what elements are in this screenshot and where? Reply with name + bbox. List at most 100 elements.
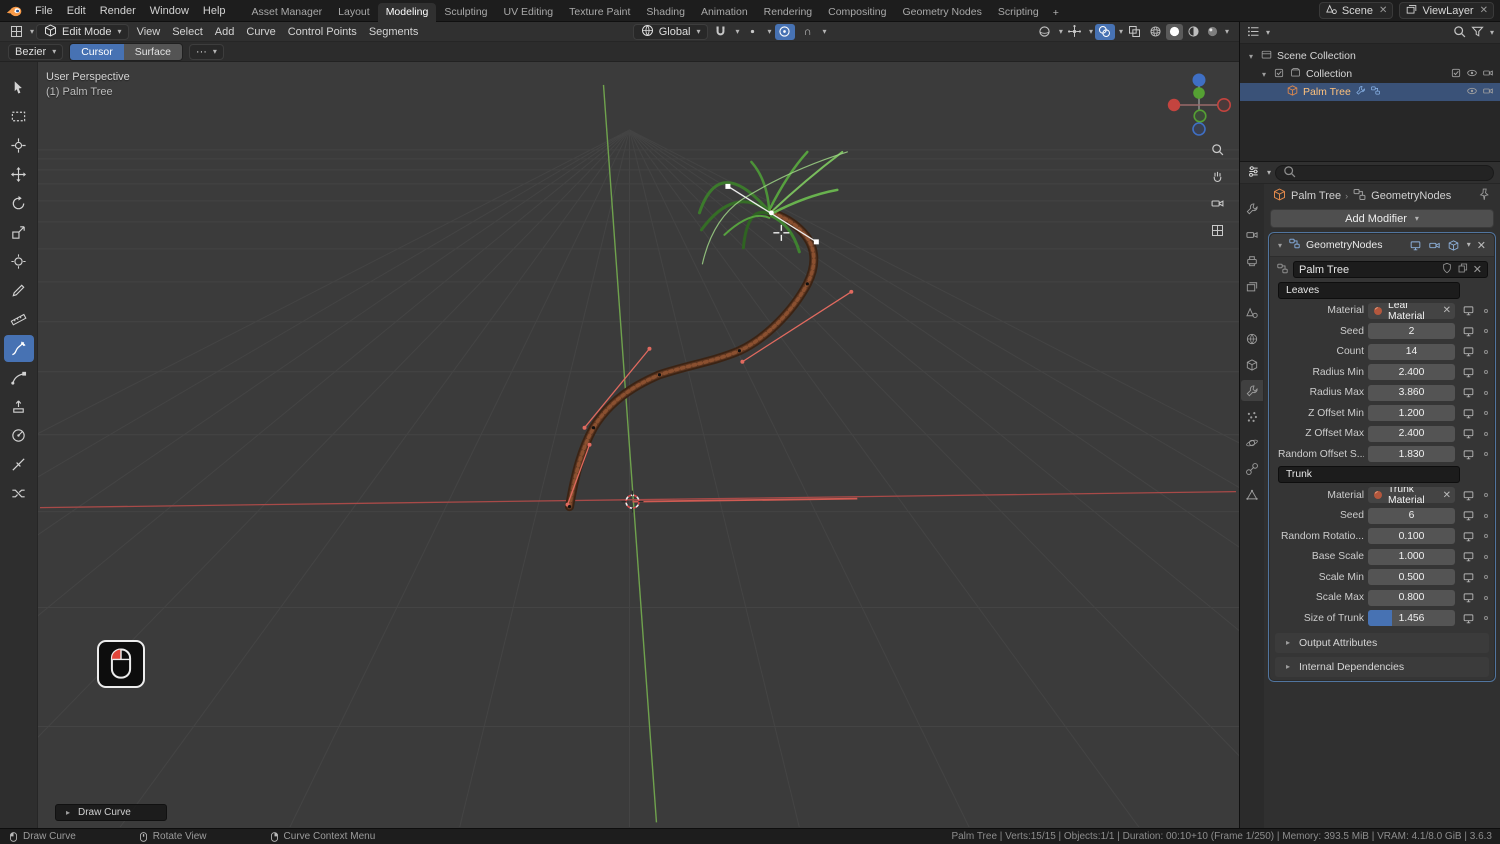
node-group-selector[interactable]: Palm Tree ✕ — [1293, 261, 1488, 278]
animate-dot-icon[interactable] — [1481, 370, 1490, 375]
attribute-toggle-icon[interactable] — [1459, 427, 1477, 440]
eye-toggle-icon[interactable] — [1466, 85, 1478, 100]
zoom-icon[interactable] — [1210, 142, 1225, 160]
modifier-editmode-toggle[interactable] — [1446, 239, 1462, 252]
camera-view-icon[interactable] — [1210, 196, 1225, 214]
workspace-tab-animation[interactable]: Animation — [693, 3, 756, 22]
animate-dot-icon[interactable] — [1481, 575, 1490, 580]
input-value-field[interactable]: 14 — [1368, 343, 1455, 360]
properties-tab-object[interactable] — [1241, 354, 1263, 375]
menu-edit[interactable]: Edit — [60, 3, 93, 19]
material-unlink-icon[interactable]: ✕ — [1443, 305, 1451, 316]
animate-dot-icon[interactable] — [1481, 308, 1490, 313]
orientation-dropdown[interactable]: Global ▾ — [632, 23, 708, 40]
material-selector[interactable]: Leaf Material ✕ — [1368, 302, 1455, 319]
tool-rotate[interactable] — [4, 190, 34, 217]
input-value-field[interactable]: 0.500 — [1368, 569, 1455, 586]
gizmo-y-neg-axis[interactable] — [1193, 109, 1207, 123]
tool-annotate[interactable] — [4, 277, 34, 304]
tool-tilt[interactable] — [4, 451, 34, 478]
tool-tweak[interactable] — [4, 74, 34, 101]
properties-tab-physics[interactable] — [1241, 432, 1263, 453]
operator-panel[interactable]: ▸ Draw Curve — [55, 804, 167, 821]
viewport-3d-scene[interactable] — [0, 62, 1239, 828]
depth-option-surface[interactable]: Surface — [123, 43, 182, 60]
outliner-row-collection[interactable]: ▾ Collection — [1240, 65, 1500, 83]
gizmo-x-neg-axis[interactable] — [1216, 97, 1231, 112]
shading-solid-icon[interactable] — [1165, 23, 1183, 40]
tool-extrude[interactable] — [4, 393, 34, 420]
attribute-toggle-icon[interactable] — [1459, 345, 1477, 358]
attribute-toggle-icon[interactable] — [1459, 304, 1477, 317]
mode-dropdown[interactable]: Edit Mode ▾ — [36, 23, 129, 40]
modifier-name[interactable]: GeometryNodes — [1304, 239, 1405, 251]
workspace-tab-geometry-nodes[interactable]: Geometry Nodes — [895, 3, 990, 22]
input-value-field[interactable]: 3.860 — [1368, 384, 1455, 401]
visibility-dropdown-icon[interactable] — [1035, 24, 1055, 40]
workspace-tab-sculpting[interactable]: Sculpting — [436, 3, 495, 22]
tool-curve-pen[interactable] — [4, 364, 34, 391]
menu-file[interactable]: File — [28, 3, 60, 19]
properties-tab-tool[interactable] — [1241, 198, 1263, 219]
outliner-row-palm-tree[interactable]: Palm Tree — [1240, 83, 1500, 101]
animate-dot-icon[interactable] — [1481, 534, 1490, 539]
attribute-toggle-icon[interactable] — [1459, 325, 1477, 338]
shading-rendered-icon[interactable] — [1204, 24, 1221, 40]
section-name-field[interactable]: Trunk — [1278, 466, 1460, 484]
tool-radius[interactable] — [4, 422, 34, 449]
pan-hand-icon[interactable] — [1210, 169, 1225, 187]
animate-dot-icon[interactable] — [1481, 329, 1490, 334]
gizmo-x-axis[interactable] — [1167, 98, 1181, 112]
curve-type-dropdown[interactable]: Bezier ▾ — [8, 43, 64, 60]
properties-tab-scene[interactable] — [1241, 302, 1263, 323]
properties-tab-world[interactable] — [1241, 328, 1263, 349]
depth-option-cursor[interactable]: Cursor — [70, 43, 124, 60]
attribute-toggle-icon[interactable] — [1459, 530, 1477, 543]
attribute-toggle-icon[interactable] — [1459, 448, 1477, 461]
modifier-expand-icon[interactable]: ▾ — [1275, 241, 1285, 250]
attribute-toggle-icon[interactable] — [1459, 366, 1477, 379]
material-unlink-icon[interactable]: ✕ — [1443, 490, 1451, 501]
tool-transform[interactable] — [4, 248, 34, 275]
section-name-field[interactable]: Leaves — [1278, 281, 1460, 299]
ortho-toggle-icon[interactable] — [1210, 223, 1225, 241]
animate-dot-icon[interactable] — [1481, 452, 1490, 457]
camera-toggle-icon[interactable] — [1482, 67, 1494, 82]
subpanel-output-attributes[interactable]: ▸ Output Attributes — [1275, 632, 1489, 653]
shading-material-icon[interactable] — [1185, 24, 1202, 40]
modifier-realtime-toggle[interactable] — [1408, 239, 1424, 252]
menu-help[interactable]: Help — [196, 3, 233, 19]
add-modifier-button[interactable]: Add Modifier ▾ — [1270, 209, 1494, 228]
input-value-field[interactable]: 1.200 — [1368, 405, 1455, 422]
workspace-tab-rendering[interactable]: Rendering — [756, 3, 820, 22]
properties-tab-particles[interactable] — [1241, 406, 1263, 427]
viewlayer-unlink-icon[interactable]: ✕ — [1480, 5, 1488, 16]
checkbox-toggle-icon[interactable] — [1450, 67, 1462, 82]
attribute-toggle-icon[interactable] — [1459, 550, 1477, 563]
outliner-row-scene-collection[interactable]: ▾ Scene Collection — [1240, 47, 1500, 65]
animate-dot-icon[interactable] — [1481, 493, 1490, 498]
properties-search-input[interactable] — [1275, 164, 1494, 181]
tool-draw[interactable] — [3, 335, 34, 362]
workspace-tab-layout[interactable]: Layout — [330, 3, 378, 22]
workspace-tab-uv-editing[interactable]: UV Editing — [496, 3, 562, 22]
gizmo-y-axis[interactable] — [1193, 87, 1205, 99]
workspace-tab-asset-manager[interactable]: Asset Manager — [244, 3, 331, 22]
menu-window[interactable]: Window — [143, 3, 196, 19]
input-value-field[interactable]: 1.000 — [1368, 548, 1455, 565]
attribute-toggle-icon[interactable] — [1459, 407, 1477, 420]
shading-wireframe-icon[interactable] — [1147, 24, 1164, 40]
attribute-toggle-icon[interactable] — [1459, 386, 1477, 399]
editor-type-icon[interactable] — [6, 24, 26, 40]
properties-tab-modifiers[interactable] — [1241, 380, 1263, 401]
animate-dot-icon[interactable] — [1481, 616, 1490, 621]
input-value-field[interactable]: 0.100 — [1368, 528, 1455, 545]
blender-logo-icon[interactable] — [6, 4, 23, 18]
viewport-menu-segments[interactable]: Segments — [363, 25, 425, 39]
tool-select-box[interactable] — [4, 103, 34, 130]
attribute-toggle-icon[interactable] — [1459, 612, 1477, 625]
attribute-toggle-icon[interactable] — [1459, 489, 1477, 502]
viewport-menu-control-points[interactable]: Control Points — [282, 25, 363, 39]
eye-toggle-icon[interactable] — [1466, 67, 1478, 82]
animate-dot-icon[interactable] — [1481, 431, 1490, 436]
